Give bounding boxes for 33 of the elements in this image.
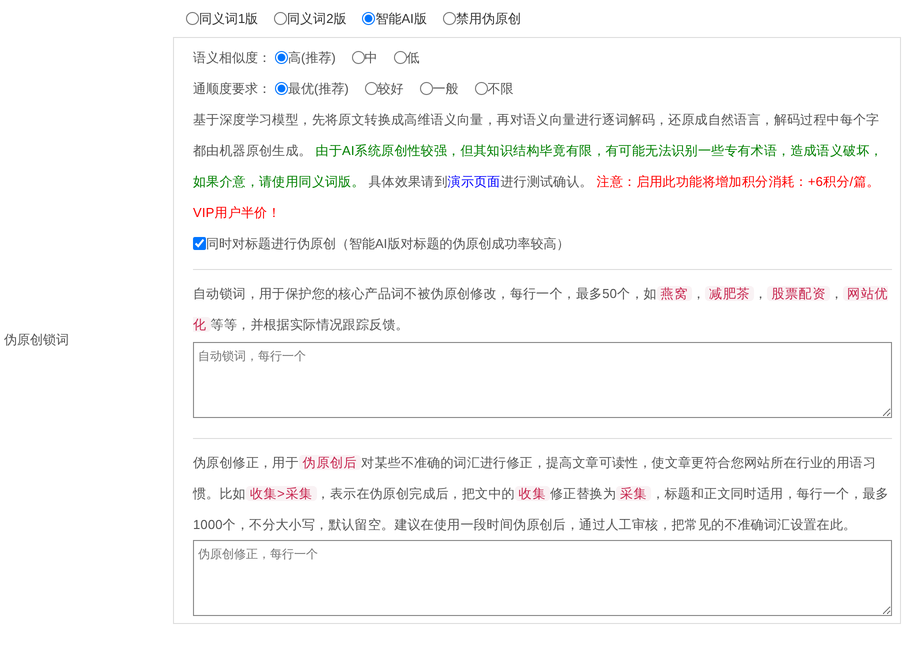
option-label[interactable]: 智能AI版 bbox=[375, 8, 427, 28]
setting-radio[interactable] bbox=[275, 51, 288, 64]
demo-link[interactable]: 演示页面 bbox=[448, 174, 500, 189]
option-label[interactable]: 较好 bbox=[378, 78, 404, 98]
lock-words-description: 自动锁词，用于保护您的核心产品词不被伪原创修改，每行一个，最多50个，如 燕窝 ， 减肥茶 ， 股票配资 ， 网站优化 等等，并根据实际情况跟踪反馈。 bbox=[193, 285, 890, 334]
checkbox-label[interactable]: 同时对标题进行伪原创（智能AI版对标题的伪原创成功率较高） bbox=[206, 234, 570, 254]
option-label[interactable]: 同义词2版 bbox=[287, 8, 346, 28]
field-label: 伪原创锁词 bbox=[3, 331, 70, 349]
setting-radio[interactable] bbox=[364, 82, 378, 95]
ai-description: 基于深度学习模型，先将原文转换成高维语义向量，再对语义向量进行逐词解码，还原成自然语言，解码过程中每个字都由机器原创生成。 由于AI系统原创性较强，但其知识结构毕竟有限，有可能无法识别一些专有术语，造成语义破坏，如果介意，请使用同义词版。 具体效果请到演示页面进行测试确认。 注意：启用此功能将增加积分消耗：+6积分/篇。VIP用户半价！ bbox=[193, 111, 884, 222]
setting-radio[interactable] bbox=[275, 82, 288, 95]
setting-label: 通顺度要求： bbox=[193, 80, 271, 98]
option-label[interactable]: 同义词1版 bbox=[199, 8, 258, 28]
option-label[interactable]: 低 bbox=[406, 48, 420, 68]
setting-radio[interactable] bbox=[352, 51, 365, 64]
option-label[interactable]: 不限 bbox=[488, 78, 514, 98]
option-label[interactable]: 中 bbox=[364, 48, 378, 68]
setting-radio[interactable] bbox=[420, 82, 433, 95]
option-label[interactable]: 禁用伪原创 bbox=[456, 8, 521, 28]
correction-description: 伪原创修正，用于 伪原创后 对某些不准确的词汇进行修正，提高文章可读性，使文章更符合您网站所在行业的用语习惯。比如 收集>采集 ，表示在伪原创完成后，把文中的 收集 修正替换为 采集 ，标题和正文同时适用，每行一个，最多1000个，不分大小写，默认留空。建议在使用一段时间伪原创后，通过人工审核，把常见的不准确词汇设置在此。 bbox=[193, 454, 890, 534]
correction-field[interactable]: 伪原创修正，每行一个 bbox=[193, 540, 892, 616]
setting-radio[interactable] bbox=[394, 51, 407, 64]
setting-label: 语义相似度： bbox=[193, 48, 271, 67]
mode-radio[interactable] bbox=[442, 12, 456, 25]
title-checkbox[interactable] bbox=[193, 237, 206, 250]
mode-radio[interactable] bbox=[274, 12, 288, 25]
mode-radio[interactable] bbox=[362, 12, 376, 25]
option-label[interactable]: 高(推荐) bbox=[288, 48, 336, 68]
setting-radio[interactable] bbox=[474, 82, 488, 95]
option-label[interactable]: 最优(推荐) bbox=[288, 78, 349, 98]
lock-words-field[interactable]: 自动锁词，每行一个 bbox=[193, 342, 892, 418]
option-label[interactable]: 一般 bbox=[432, 78, 459, 98]
mode-radio[interactable] bbox=[186, 12, 199, 25]
